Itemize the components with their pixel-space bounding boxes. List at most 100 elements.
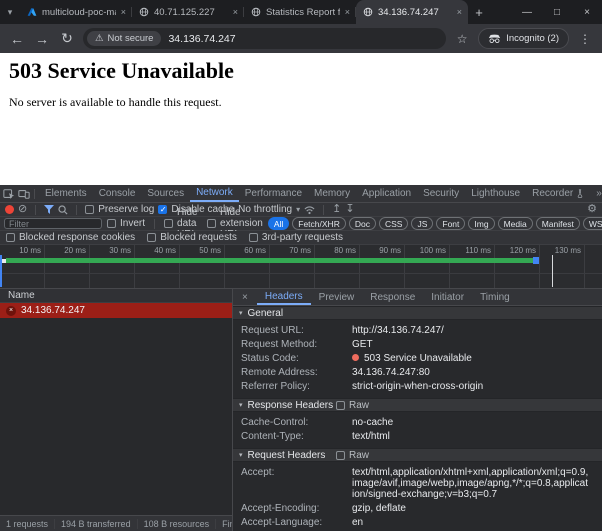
timeline-tick: 30 ms	[90, 245, 135, 288]
filter-funnel-icon[interactable]	[44, 205, 54, 214]
filter-pill-css[interactable]: CSS	[379, 217, 408, 230]
third-party-requests-checkbox[interactable]: 3rd-party requests	[249, 232, 343, 243]
header-row: Referrer Policy:strict-origin-when-cross…	[233, 380, 602, 393]
preserve-log-checkbox[interactable]: Preserve log	[85, 204, 154, 215]
security-chip[interactable]: ⚠ Not secure	[87, 31, 161, 46]
inspect-element-icon[interactable]	[3, 185, 15, 202]
name-header-label: Name	[8, 290, 35, 301]
details-tab-response[interactable]: Response	[362, 289, 423, 305]
network-settings-gear-icon[interactable]: ⚙	[587, 204, 597, 215]
timeline-tick: 70 ms	[270, 245, 315, 288]
header-key: Accept:	[241, 467, 352, 500]
tab-performance[interactable]: Performance	[239, 185, 308, 202]
tab-lighthouse[interactable]: Lighthouse	[465, 185, 526, 202]
response-headers-body: Cache-Control:no-cache Content-Type:text…	[233, 412, 602, 448]
filter-pill-doc[interactable]: Doc	[349, 217, 376, 230]
browser-tab-2[interactable]: 40.71.125.227 ×	[132, 0, 244, 24]
request-headers-section-header[interactable]: ▾ Request Headers Raw	[233, 448, 602, 462]
tab-network[interactable]: Network	[190, 185, 239, 202]
tab-search-button[interactable]: ▾	[0, 0, 20, 24]
browser-tab-4-active[interactable]: 34.136.74.247 ×	[356, 0, 468, 24]
search-icon[interactable]	[58, 205, 68, 215]
browser-tab-1[interactable]: multicloud-poc-machine ×	[20, 0, 132, 24]
tab-console[interactable]: Console	[93, 185, 142, 202]
section-title: Request Headers	[248, 450, 326, 461]
reload-button[interactable]: ↻	[58, 30, 76, 47]
checkbox-icon	[249, 233, 258, 242]
device-toolbar-icon[interactable]	[18, 185, 30, 202]
tab-recorder[interactable]: Recorder	[526, 185, 590, 202]
details-tab-timing[interactable]: Timing	[472, 289, 518, 305]
tab-strip: ▾ multicloud-poc-machine × 40.71.125.227…	[0, 0, 602, 24]
timeline-tick: 80 ms	[315, 245, 360, 288]
filter-pill-js[interactable]: JS	[411, 217, 433, 230]
filter-pill-font[interactable]: Font	[436, 217, 465, 230]
new-tab-button[interactable]: +	[468, 0, 490, 24]
divider	[323, 205, 324, 215]
tab-close-icon[interactable]: ×	[121, 7, 126, 17]
filter-pill-media[interactable]: Media	[498, 217, 533, 230]
invert-checkbox[interactable]: Invert	[107, 218, 145, 229]
network-overview-timeline[interactable]: 10 ms 20 ms 30 ms 40 ms 50 ms 60 ms 70 m…	[0, 245, 602, 289]
incognito-badge: Incognito (2)	[478, 28, 569, 49]
browser-tab-3[interactable]: Statistics Report for HAP ×	[244, 0, 356, 24]
details-tabbar: × Headers Preview Response Initiator Tim…	[233, 289, 602, 306]
bookmark-star-icon[interactable]: ☆	[453, 32, 471, 46]
export-har-icon[interactable]: ↧	[345, 204, 354, 215]
blocked-response-cookies-checkbox[interactable]: Blocked response cookies	[6, 232, 135, 243]
filter-input[interactable]	[4, 218, 102, 229]
network-filter-row: Invert Hide data URLs Hide extension URL…	[0, 217, 602, 231]
name-column-header[interactable]: Name	[0, 289, 232, 303]
header-row: Accept-Language:en	[233, 516, 602, 529]
browser-menu-icon[interactable]: ⋮	[576, 32, 594, 46]
tab-security[interactable]: Security	[417, 185, 465, 202]
network-status-bar: 1 requests 194 B transferred 108 B resou…	[0, 515, 232, 531]
window-controls: — □ ×	[512, 0, 602, 24]
filter-pill-img[interactable]: Img	[468, 217, 494, 230]
details-close-icon[interactable]: ×	[233, 292, 257, 303]
page-content: 503 Service Unavailable No server is ava…	[0, 53, 602, 185]
header-value: strict-origin-when-cross-origin	[352, 381, 602, 392]
details-tab-initiator[interactable]: Initiator	[423, 289, 472, 305]
tab-sources[interactable]: Sources	[141, 185, 190, 202]
filter-pill-ws[interactable]: WS	[583, 217, 602, 230]
filter-pill-all[interactable]: All	[268, 217, 289, 230]
clear-icon[interactable]: ⊘	[18, 204, 27, 215]
network-conditions-icon[interactable]	[304, 205, 315, 215]
more-panels-icon[interactable]: »	[590, 185, 602, 202]
import-har-icon[interactable]: ↥	[332, 204, 341, 215]
checkbox-icon	[336, 451, 345, 460]
filter-pill-manifest[interactable]: Manifest	[536, 217, 580, 230]
minimize-button[interactable]: —	[512, 0, 542, 24]
forward-button[interactable]: →	[33, 31, 51, 47]
plus-icon: +	[475, 5, 483, 20]
tab-close-icon[interactable]: ×	[233, 7, 238, 17]
header-row: Remote Address:34.136.74.247:80	[233, 366, 602, 379]
expander-icon: ▾	[239, 401, 243, 409]
request-raw-checkbox[interactable]: Raw	[336, 450, 369, 461]
header-value: no-cache	[352, 417, 602, 428]
filter-pill-fetchxhr[interactable]: Fetch/XHR	[292, 217, 346, 230]
details-tab-preview[interactable]: Preview	[311, 289, 363, 305]
request-row-selected-error[interactable]: × 34.136.74.247	[0, 303, 232, 318]
tab-application[interactable]: Application	[356, 185, 417, 202]
maximize-button[interactable]: □	[542, 0, 572, 24]
back-button[interactable]: ←	[8, 31, 26, 47]
window-close-button[interactable]: ×	[572, 0, 602, 24]
details-tab-headers[interactable]: Headers	[257, 289, 311, 305]
tab-close-icon[interactable]: ×	[345, 7, 350, 17]
divider	[154, 219, 155, 229]
record-button[interactable]	[5, 205, 14, 214]
azure-icon	[26, 7, 37, 18]
general-section-header[interactable]: ▾ General	[233, 306, 602, 320]
address-bar[interactable]: ⚠ Not secure 34.136.74.247	[83, 28, 446, 49]
tab-close-icon[interactable]: ×	[457, 7, 462, 17]
tab-elements[interactable]: Elements	[39, 185, 93, 202]
request-details-pane: × Headers Preview Response Initiator Tim…	[233, 289, 602, 531]
response-headers-section-header[interactable]: ▾ Response Headers Raw	[233, 398, 602, 412]
request-count: 1 requests	[0, 519, 55, 529]
url-text[interactable]: 34.136.74.247	[168, 33, 235, 45]
blocked-requests-checkbox[interactable]: Blocked requests	[147, 232, 237, 243]
response-raw-checkbox[interactable]: Raw	[336, 400, 369, 411]
tab-memory[interactable]: Memory	[308, 185, 356, 202]
